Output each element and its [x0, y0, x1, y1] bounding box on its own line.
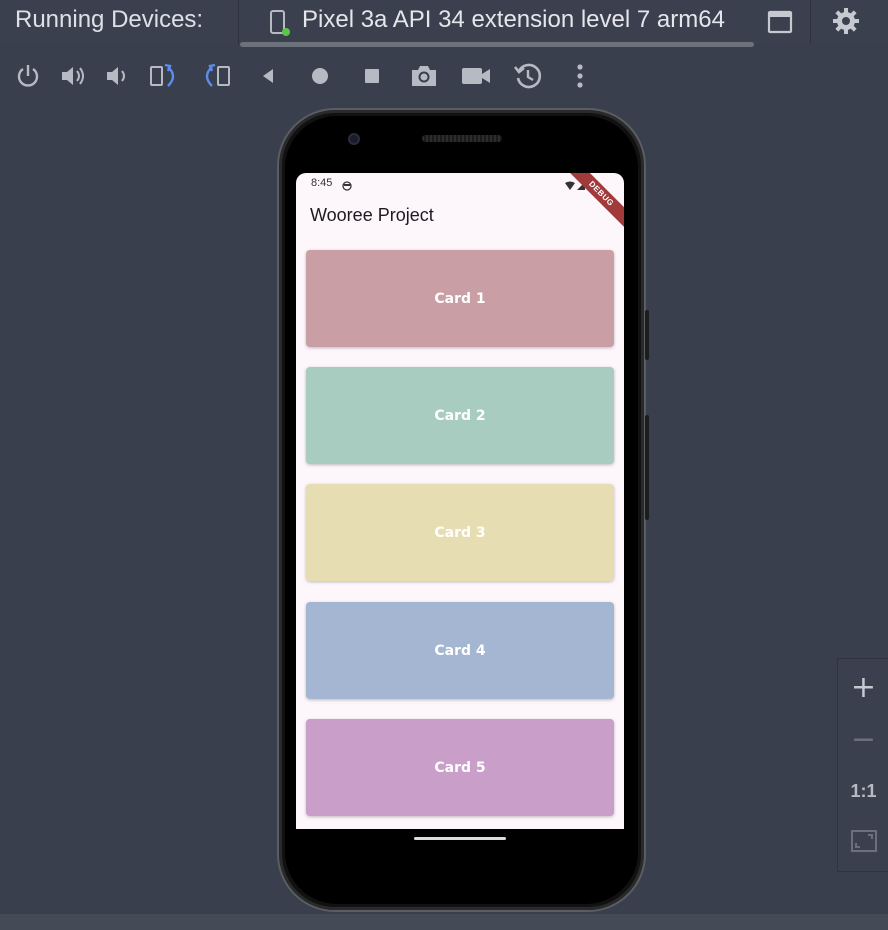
home-indicator[interactable]: [414, 837, 506, 840]
status-time: 8:45: [311, 177, 333, 189]
zoom-in-button[interactable]: +: [838, 661, 888, 713]
device-screen[interactable]: 8:45 DEBUG Wooree Project Card 1 Card 2 …: [296, 173, 624, 829]
status-strip: [0, 914, 888, 930]
camera-icon: [348, 133, 360, 145]
app-title: Wooree Project: [310, 205, 434, 225]
card[interactable]: Card 3: [306, 484, 614, 581]
separator: [810, 0, 811, 44]
gear-icon[interactable]: [831, 6, 861, 36]
actual-size-button[interactable]: 1:1: [838, 765, 888, 817]
side-button: [645, 415, 649, 520]
title-bar: Running Devices: Pixel 3a API 34 extensi…: [0, 0, 888, 47]
card[interactable]: Card 2: [306, 367, 614, 464]
fit-screen-icon: [850, 829, 878, 858]
speaker-grille: [422, 135, 502, 142]
device-tab[interactable]: Pixel 3a API 34 extension level 7 arm64: [240, 0, 754, 44]
screen-record-icon[interactable]: [460, 56, 492, 96]
notification-icon: [342, 178, 352, 191]
card-label: Card 3: [434, 524, 486, 541]
card-label: Card 5: [434, 759, 486, 776]
back-icon[interactable]: [252, 56, 284, 96]
more-icon[interactable]: [564, 56, 596, 96]
volume-up-icon[interactable]: [57, 56, 89, 96]
home-icon[interactable]: [304, 56, 336, 96]
snapshot-icon[interactable]: [512, 56, 544, 96]
volume-down-icon[interactable]: [101, 56, 133, 96]
zoom-controls: + − 1:1: [837, 658, 888, 872]
zoom-out-button[interactable]: −: [838, 713, 888, 765]
card-label: Card 4: [434, 642, 486, 659]
card[interactable]: Card 1: [306, 250, 614, 347]
plus-icon: +: [850, 669, 877, 705]
power-icon[interactable]: [12, 56, 44, 96]
device-toolbar: [0, 56, 888, 96]
card[interactable]: Card 4: [306, 602, 614, 699]
side-button: [645, 310, 649, 360]
window-icon[interactable]: [766, 8, 794, 36]
minus-icon: −: [850, 721, 877, 757]
screenshot-icon[interactable]: [408, 56, 440, 96]
overview-icon[interactable]: [356, 56, 388, 96]
device-icon: [268, 8, 292, 38]
card[interactable]: Card 5: [306, 719, 614, 816]
tab-scrollbar[interactable]: [240, 42, 754, 47]
fit-screen-button[interactable]: [838, 817, 888, 869]
rotate-right-icon[interactable]: [200, 56, 232, 96]
card-label: Card 1: [434, 290, 486, 307]
card-label: Card 2: [434, 407, 486, 424]
device-tab-label: Pixel 3a API 34 extension level 7 arm64: [302, 6, 725, 33]
actual-size-label: 1:1: [850, 780, 877, 801]
rotate-left-icon[interactable]: [148, 56, 180, 96]
panel-title: Running Devices:: [15, 6, 204, 33]
separator: [238, 0, 239, 44]
